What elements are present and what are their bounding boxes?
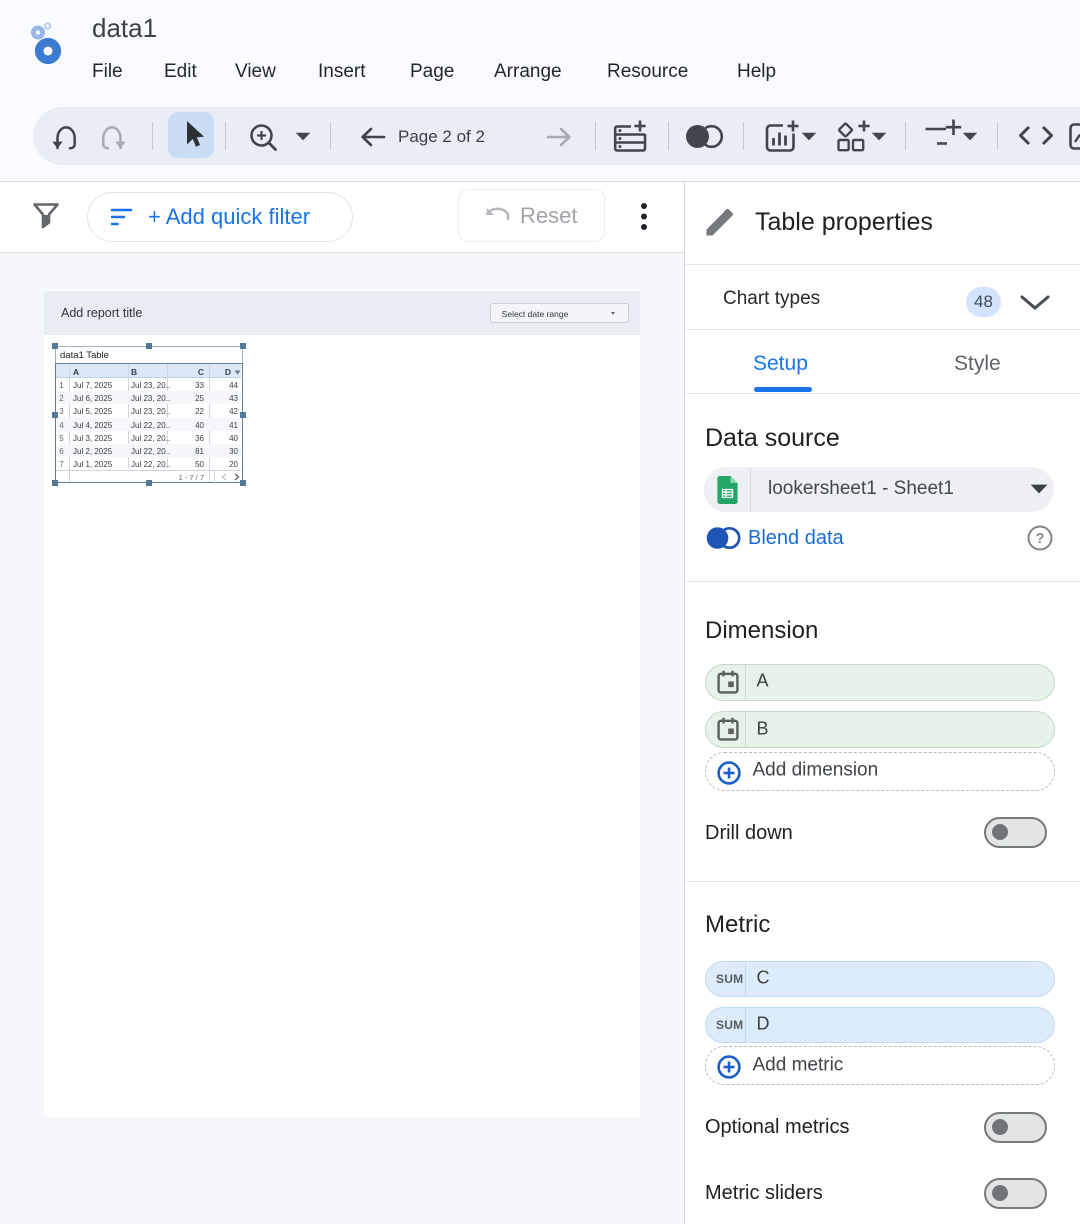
svg-text:?: ? xyxy=(1036,531,1045,547)
